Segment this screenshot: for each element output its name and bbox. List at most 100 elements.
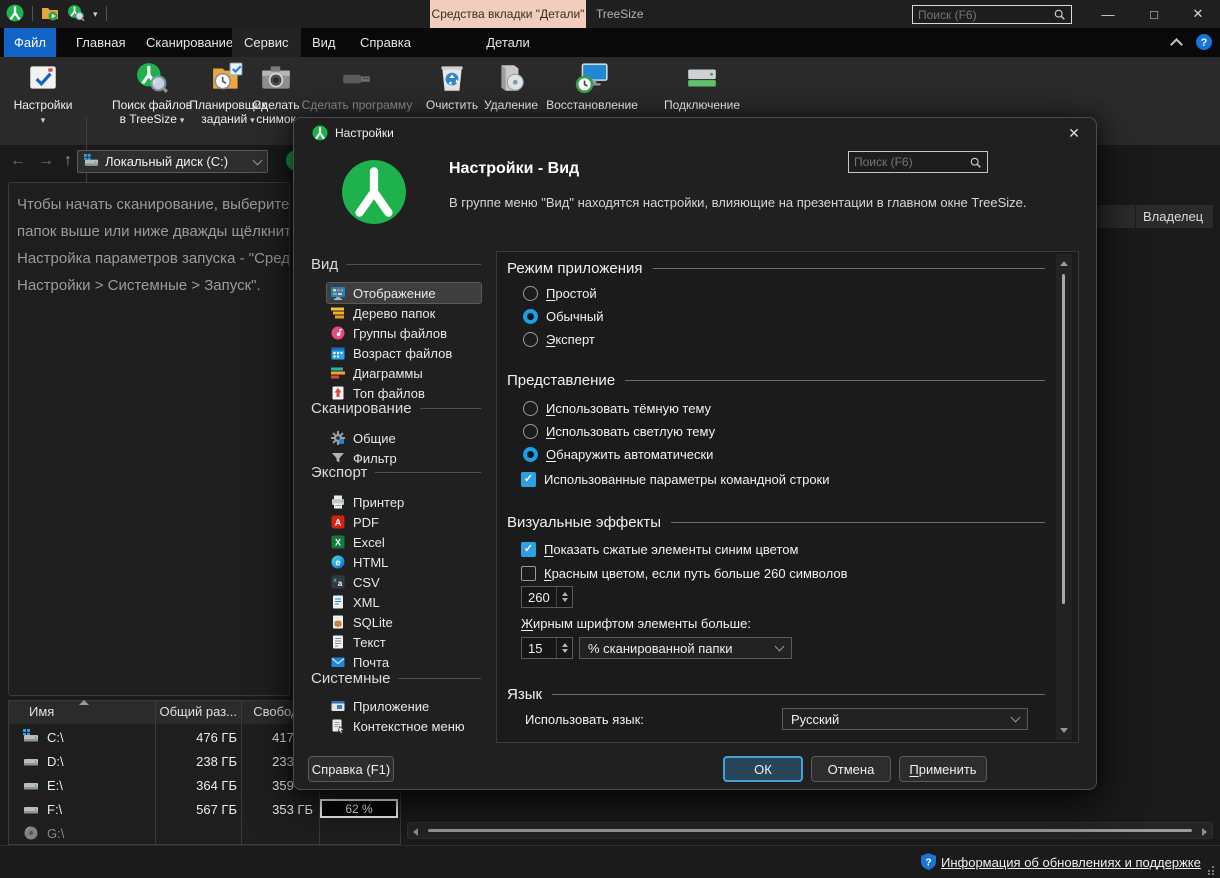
settings-check-icon [6,61,80,97]
nav-up-icon[interactable]: ↑ [64,152,72,170]
application-window-icon [330,698,346,714]
hint-line: Чтобы начать сканирование, выберите [17,191,290,218]
file-age-calendar-icon [330,345,346,361]
drive-row-f[interactable]: F:\ 567 ГБ 353 ГБ 62 % [9,797,400,821]
ribbon-tab-row: Файл Главная Сканирование Сервис Вид Спр… [0,28,1220,57]
file-groups-icon [330,325,346,341]
tab-tools[interactable]: Сервис [232,28,301,57]
nav-item-application[interactable]: Приложение [327,696,481,716]
cancel-button[interactable]: Отмена [811,756,891,782]
spinner-arrows-icon [556,587,572,607]
tab-help[interactable]: Справка [348,28,423,57]
ribbon-connect-button[interactable]: Подключение [656,59,748,112]
bold-items-label: Жирным шрифтом элементы больше: [521,616,751,631]
tab-scan[interactable]: Сканирование [134,28,245,57]
svg-text:a: a [338,579,343,588]
nav-item-general[interactable]: Общие [327,428,481,448]
drive-row-g[interactable]: G:\ [9,821,400,845]
nav-item-excel[interactable]: X Excel [327,532,481,552]
scroll-right-icon[interactable] [1202,828,1207,836]
nav-back-icon[interactable]: ← [10,152,26,170]
nav-item-pdf[interactable]: A PDF [327,512,481,532]
nav-item-charts[interactable]: Диаграммы [327,363,481,383]
ribbon-clean-button[interactable]: Очистить [424,59,480,112]
ribbon-uninstall-button[interactable]: Удаление [480,59,542,112]
dialog-close-button[interactable]: ✕ [1058,121,1090,145]
svg-text:?: ? [925,857,931,868]
ribbon-snapshot-button[interactable]: Сделать снимок [248,59,304,126]
scroll-down-icon[interactable] [1060,728,1068,733]
settings-vertical-scrollbar[interactable] [1056,254,1072,740]
column-name[interactable]: Имя [29,704,54,719]
titlebar-search[interactable] [912,5,1072,24]
nav-section-system: Системные [311,670,481,687]
owner-column-header[interactable]: Владелец [1095,205,1213,228]
settings-search[interactable] [848,151,988,173]
chevron-down-icon [253,155,263,165]
separator [32,6,33,21]
nav-item-printer[interactable]: Принтер [327,492,481,512]
ok-button[interactable]: ОК [723,756,803,782]
maximize-button[interactable]: □ [1132,0,1176,28]
help-button[interactable]: Справка (F1) [308,756,394,782]
svg-text:?: ? [1201,37,1208,49]
path-length-spinner[interactable]: 260 [521,586,573,608]
nav-item-html[interactable]: e HTML [327,552,481,572]
radio-auto-theme[interactable]: Обнаружить автоматически [523,447,713,462]
nav-item-context-menu[interactable]: Контекстное меню [327,716,481,736]
ribbon-restore-button[interactable]: Восстановление [540,59,644,112]
drive-icon [23,753,39,772]
language-dropdown[interactable]: Русский [782,708,1028,730]
nav-item-file-age[interactable]: Возраст файлов [327,343,481,363]
checkbox-long-path-red[interactable]: Красным цветом, если путь больше 260 сим… [521,566,847,581]
contextual-tab-group[interactable]: Средства вкладки "Детали" [430,0,586,28]
apply-button[interactable]: Применить [899,756,987,782]
nav-forward-icon[interactable]: → [38,152,54,170]
tab-file[interactable]: Файл [4,28,56,57]
bold-unit-dropdown[interactable]: % сканированной папки [579,637,792,659]
radio-selected-icon [523,309,538,324]
update-info-link[interactable]: Информация об обновлениях и поддержке [941,855,1201,870]
checkbox-compressed-blue[interactable]: Показать сжатые элементы синим цветом [521,542,798,557]
scrollbar-thumb[interactable] [428,829,1192,832]
hint-line: Настройка параметров запуска - "Сред [17,245,290,272]
nav-item-file-groups[interactable]: Группы файлов [327,323,481,343]
nav-item-folder-tree[interactable]: Дерево папок [327,303,481,323]
checkbox-unchecked-icon [521,566,536,581]
settings-search-input[interactable] [854,155,969,169]
scroll-up-icon[interactable] [1060,261,1068,266]
titlebar-search-input[interactable] [918,8,1053,22]
radio-dark-theme[interactable]: Использовать тёмную тему [523,401,711,416]
minimize-button[interactable]: — [1086,0,1130,28]
help-icon[interactable]: ? [1196,34,1212,55]
nav-item-display[interactable]: Отображение [327,283,481,303]
tab-view[interactable]: Вид [300,28,348,57]
excel-icon: X [330,534,346,550]
column-total[interactable]: Общий раз... [159,704,237,719]
address-combobox[interactable]: Локальный диск (C:) [77,150,268,173]
tab-details[interactable]: Детали [430,28,586,57]
horizontal-scrollbar[interactable] [407,822,1213,839]
scan-folder-icon[interactable] [41,4,59,22]
collapse-ribbon-icon[interactable] [1172,40,1181,49]
qat-customize-icon[interactable] [93,4,98,22]
resize-grip[interactable] [1206,862,1215,878]
file-search-icon[interactable] [67,4,85,22]
close-button[interactable]: ✕ [1176,0,1220,28]
nav-item-sqlite[interactable]: SQLite [327,612,481,632]
nav-item-csv[interactable]: xa CSV [327,572,481,592]
radio-expert[interactable]: Эксперт [523,332,595,347]
radio-normal[interactable]: Обычный [523,309,603,324]
bold-threshold-spinner[interactable]: 15 [521,637,573,659]
nav-item-mail[interactable]: Почта [327,652,481,672]
scrollbar-thumb[interactable] [1062,274,1065,604]
quick-access-toolbar [6,4,107,22]
radio-light-theme[interactable]: Использовать светлую тему [523,424,715,439]
nav-item-text[interactable]: Текст [327,632,481,652]
scroll-left-icon[interactable] [413,828,418,836]
nav-item-xml[interactable]: XML [327,592,481,612]
ribbon-settings-button[interactable]: Настройки [6,59,80,127]
checkbox-cmdline-params[interactable]: Использованные параметры командной строк… [521,472,830,487]
radio-simple[interactable]: Простой [523,286,597,301]
tab-home[interactable]: Главная [64,28,137,57]
